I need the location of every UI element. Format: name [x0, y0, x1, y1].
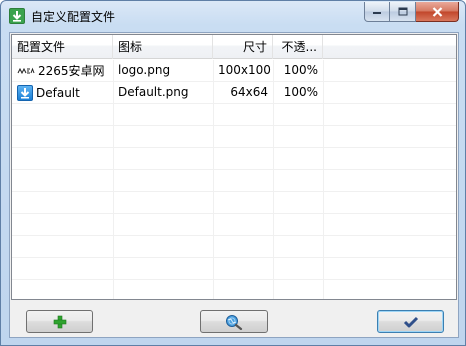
close-button[interactable]: [416, 2, 459, 22]
empty-row: [12, 236, 456, 258]
title-bar[interactable]: 自定义配置文件: [1, 1, 465, 31]
profile-list[interactable]: 配置文件 图标 尺寸 不透... 2265安卓网 logo.png 100x10…: [11, 34, 457, 300]
maximize-button[interactable]: [390, 2, 416, 22]
list-rows: 2265安卓网 logo.png 100x100 100% Default De…: [12, 60, 456, 299]
profile-name-cell: 2265安卓网: [12, 60, 113, 82]
minimize-icon: [373, 11, 381, 14]
window-title: 自定义配置文件: [31, 10, 116, 24]
empty-row: [12, 148, 456, 170]
column-header-size[interactable]: 尺寸: [213, 35, 273, 59]
column-header-profile[interactable]: 配置文件: [12, 35, 113, 59]
size-cell: 64x64: [230, 85, 268, 99]
empty-row: [12, 170, 456, 192]
browse-button[interactable]: [200, 310, 268, 333]
column-header-icon[interactable]: 图标: [113, 35, 213, 59]
empty-row: [12, 280, 456, 299]
table-row[interactable]: Default Default.png 64x64 100%: [12, 82, 456, 104]
opacity-cell: 100%: [283, 85, 318, 99]
maximize-icon: [398, 7, 407, 16]
column-header-opacity[interactable]: 不透...: [273, 35, 323, 59]
profile-name: 2265安卓网: [38, 63, 105, 78]
empty-row: [12, 104, 456, 126]
opacity-cell: 100%: [283, 63, 318, 77]
checkmark-icon: [403, 316, 418, 327]
dialog-client-area: 配置文件 图标 尺寸 不透... 2265安卓网 logo.png 100x10…: [9, 32, 459, 338]
app-download-icon: [9, 8, 25, 24]
table-row[interactable]: 2265安卓网 logo.png 100x100 100%: [12, 60, 456, 82]
size-cell: 100x100: [218, 63, 271, 77]
green-plus-icon: [53, 315, 66, 328]
empty-row: [12, 214, 456, 236]
icon-file-cell: logo.png: [118, 63, 171, 77]
blue-download-arrow-icon: [17, 85, 33, 101]
empty-row: [12, 192, 456, 214]
empty-row: [12, 258, 456, 280]
add-profile-button[interactable]: [26, 310, 93, 333]
close-icon: [432, 6, 442, 17]
ok-button[interactable]: [377, 310, 444, 333]
column-header-filler: [323, 35, 456, 59]
magnifier-globe-icon: [226, 314, 243, 330]
list-header: 配置文件 图标 尺寸 不透...: [12, 35, 456, 59]
dialog-window: 自定义配置文件 配置文件 图标 尺寸 不透... 2265安卓网 logo.pn…: [0, 0, 466, 346]
icon-file-cell: Default.png: [118, 85, 189, 99]
profile-name: Default: [36, 85, 80, 100]
minimize-button[interactable]: [364, 2, 390, 22]
profile-name-cell: Default: [12, 82, 113, 104]
empty-row: [12, 126, 456, 148]
caption-buttons: [364, 2, 459, 22]
site-logo-icon: [17, 67, 35, 75]
